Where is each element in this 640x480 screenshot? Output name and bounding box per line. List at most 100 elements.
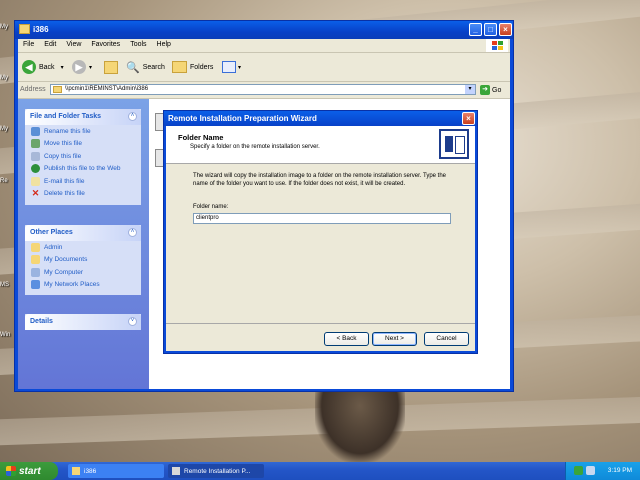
place-my-computer[interactable]: My Computer: [25, 266, 141, 279]
go-arrow-icon: ➜: [480, 85, 490, 95]
rename-icon: [31, 126, 40, 136]
dialog-heading: Folder Name: [178, 133, 224, 142]
back-button[interactable]: ◀ Back ▾: [22, 58, 64, 76]
taskbar-button-wizard[interactable]: Remote Installation P...: [168, 464, 264, 478]
forward-arrow-icon: ▶: [72, 60, 86, 74]
windows-logo-icon: [486, 39, 508, 52]
close-button[interactable]: ×: [462, 112, 475, 125]
search-icon: 🔍: [126, 61, 140, 74]
computer-icon: [31, 267, 40, 277]
collapse-icon[interactable]: ˄: [128, 228, 137, 237]
file-folder-tasks-panel: File and Folder Tasks ˄ Rename this file…: [25, 109, 141, 205]
task-rename[interactable]: Rename this file: [25, 125, 141, 138]
back-arrow-icon: ◀: [22, 60, 36, 74]
panel-title: File and Folder Tasks: [30, 113, 102, 120]
task-move[interactable]: Move this file: [25, 138, 141, 151]
close-button[interactable]: ×: [499, 23, 512, 36]
search-button[interactable]: 🔍 Search: [126, 58, 165, 76]
folder-icon: [19, 24, 30, 34]
folder-icon: [72, 467, 80, 475]
go-button[interactable]: ➜ Go: [480, 85, 501, 95]
taskbar-button-i386[interactable]: i386: [68, 464, 164, 478]
expand-icon[interactable]: ˅: [128, 317, 137, 326]
documents-icon: [31, 255, 40, 265]
search-label: Search: [142, 63, 165, 71]
panel-header[interactable]: File and Folder Tasks ˄: [25, 109, 141, 125]
wizard-icon: [172, 467, 180, 475]
place-admin[interactable]: Admin: [25, 241, 141, 254]
folder-name-label: Folder name:: [193, 204, 229, 210]
place-my-documents[interactable]: My Documents: [25, 254, 141, 267]
panel-header[interactable]: Other Places ˄: [25, 225, 141, 241]
menu-favorites[interactable]: Favorites: [86, 39, 125, 50]
folder-icon: [53, 86, 62, 93]
dialog-title: Remote Installation Preparation Wizard: [168, 114, 317, 123]
folders-button[interactable]: Folders: [172, 58, 213, 76]
clock: 3:19 PM: [607, 467, 632, 474]
back-label: Back: [39, 63, 55, 71]
up-folder-icon: [104, 60, 118, 74]
go-label: Go: [492, 86, 502, 94]
back-button[interactable]: < Back: [324, 332, 369, 346]
address-bar: Address \\pcmin1\REMINST\Admin\i386 ▾ ➜ …: [18, 82, 510, 99]
place-my-network[interactable]: My Network Places: [25, 279, 141, 292]
dialog-body: Folder Name Specify a folder on the remo…: [166, 126, 475, 351]
chevron-down-icon[interactable]: ▾: [465, 85, 475, 94]
copy-icon: [31, 151, 40, 161]
explorer-titlebar[interactable]: i386 _ □ ×: [15, 21, 513, 39]
start-button[interactable]: start: [0, 462, 58, 480]
standard-toolbar: ◀ Back ▾ ▶ ▾ 🔍 Search Folders ▾: [18, 53, 510, 82]
start-label: start: [19, 465, 41, 477]
network-icon: [31, 280, 40, 290]
maximize-button[interactable]: □: [484, 23, 497, 36]
details-panel: Details ˅: [25, 314, 141, 330]
menu-tools[interactable]: Tools: [125, 39, 151, 50]
menu-edit[interactable]: Edit: [39, 39, 61, 50]
folder-icon: [31, 242, 40, 252]
taskbar: start i386 Remote Installation P... 3:19…: [0, 462, 640, 480]
panel-header[interactable]: Details ˅: [25, 314, 141, 330]
explorer-title: i386: [33, 25, 49, 34]
cancel-button[interactable]: Cancel: [424, 332, 469, 346]
globe-icon: [31, 164, 40, 174]
up-folder-button[interactable]: [104, 58, 118, 76]
views-button[interactable]: ▾: [222, 58, 241, 76]
delete-x-icon: ✕: [31, 188, 40, 199]
dialog-header: Folder Name Specify a folder on the remo…: [166, 126, 475, 164]
panel-title: Other Places: [30, 229, 73, 236]
folder-name-input[interactable]: clientpro: [193, 213, 451, 224]
other-places-panel: Other Places ˄ Admin My Documents My Com…: [25, 225, 141, 295]
task-copy[interactable]: Copy this file: [25, 150, 141, 163]
network-tray-icon[interactable]: [574, 466, 583, 475]
wizard-book-icon: [439, 129, 469, 159]
menu-file[interactable]: File: [18, 39, 39, 50]
system-tray: 3:19 PM: [565, 462, 640, 480]
wizard-dialog: Remote Installation Preparation Wizard ×…: [163, 110, 478, 354]
task-delete[interactable]: ✕ Delete this file: [25, 188, 141, 201]
dialog-subheading: Specify a folder on the remote installat…: [190, 144, 320, 150]
dialog-description: The wizard will copy the installation im…: [193, 173, 447, 187]
minimize-button[interactable]: _: [469, 23, 482, 36]
address-input[interactable]: \\pcmin1\REMINST\Admin\i386 ▾: [50, 84, 476, 95]
folders-label: Folders: [190, 63, 214, 71]
envelope-icon: [31, 176, 40, 186]
dialog-titlebar[interactable]: Remote Installation Preparation Wizard ×: [164, 111, 477, 126]
task-publish[interactable]: Publish this file to the Web: [25, 163, 141, 176]
menu-view[interactable]: View: [61, 39, 86, 50]
volume-tray-icon[interactable]: [586, 466, 595, 475]
address-label: Address: [20, 86, 46, 93]
menu-help[interactable]: Help: [152, 39, 176, 50]
next-button[interactable]: Next >: [372, 332, 417, 346]
task-pane: File and Folder Tasks ˄ Rename this file…: [18, 99, 149, 389]
move-icon: [31, 139, 40, 149]
windows-logo-icon: [6, 466, 16, 476]
address-value: \\pcmin1\REMINST\Admin\i386: [65, 86, 149, 92]
folders-icon: [172, 61, 187, 73]
views-icon: [222, 61, 236, 73]
wallpaper-dog: [315, 392, 405, 462]
panel-title: Details: [30, 318, 53, 325]
menu-bar: File Edit View Favorites Tools Help: [18, 39, 510, 53]
forward-button[interactable]: ▶ ▾: [72, 58, 92, 76]
collapse-icon[interactable]: ˄: [128, 112, 137, 121]
task-email[interactable]: E-mail this file: [25, 175, 141, 188]
